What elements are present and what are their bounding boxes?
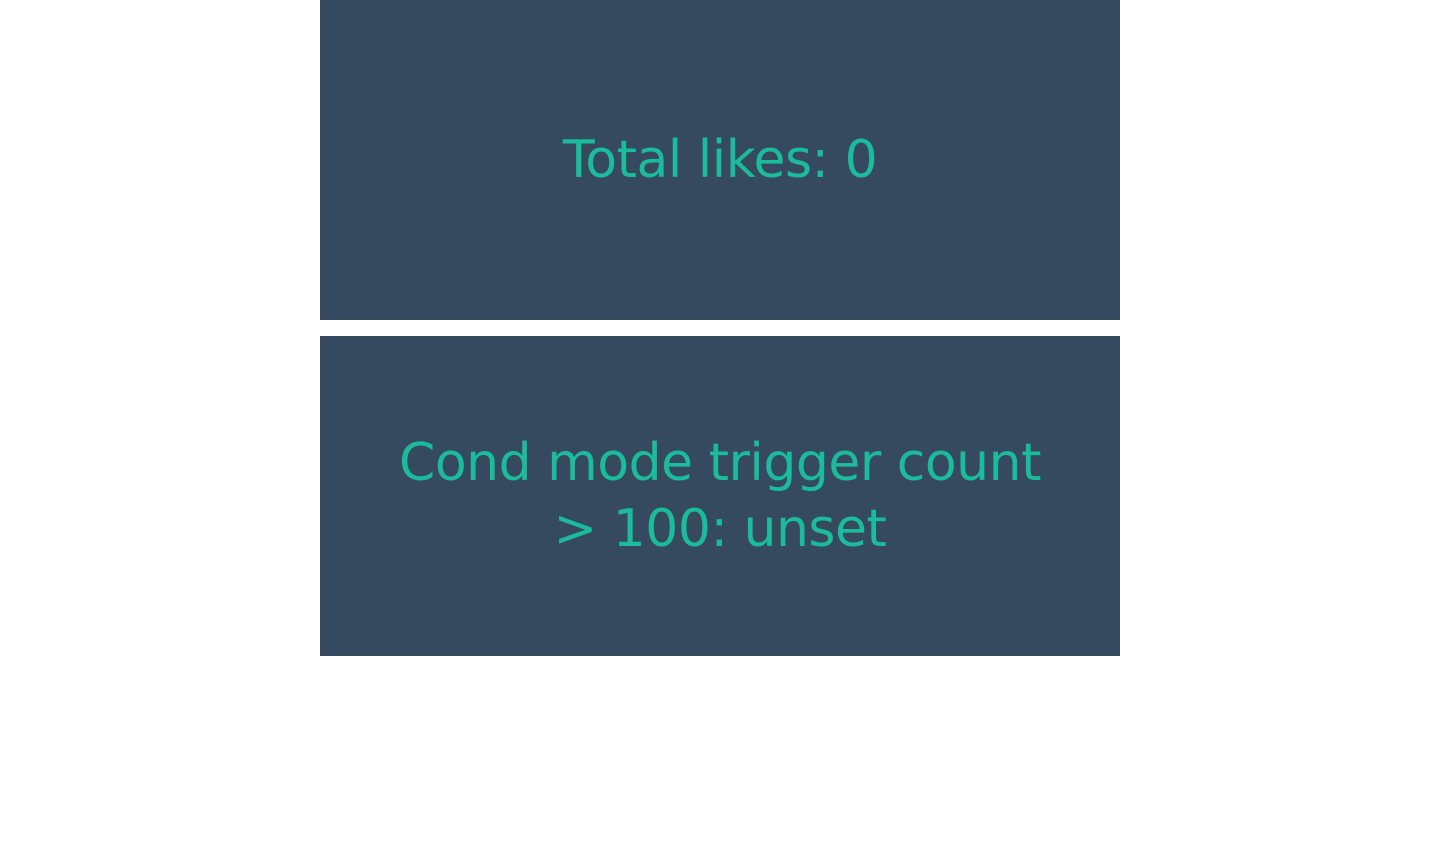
panel-stack: Total likes: 0 Cond mode trigger count >… xyxy=(320,0,1120,656)
cond-mode-text: Cond mode trigger count > 100: unset xyxy=(399,433,1041,559)
total-likes-text: Total likes: 0 xyxy=(562,130,878,190)
cond-mode-panel: Cond mode trigger count > 100: unset xyxy=(320,336,1120,656)
total-likes-panel: Total likes: 0 xyxy=(320,0,1120,320)
